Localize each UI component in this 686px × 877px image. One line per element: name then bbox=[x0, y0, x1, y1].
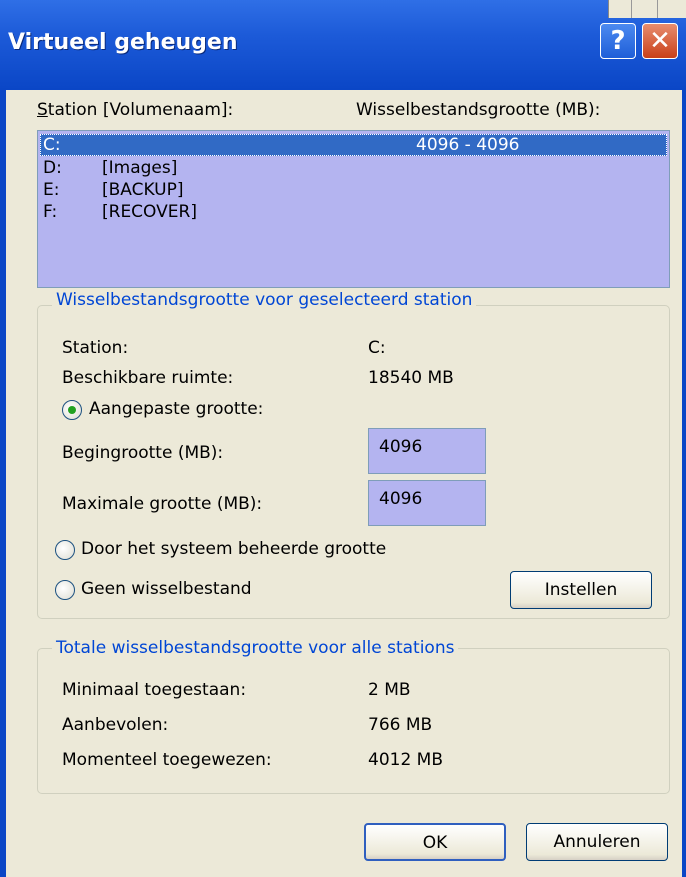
drive-row-e[interactable]: E: [BACKUP] bbox=[40, 179, 667, 201]
drive-volume: [Images] bbox=[102, 158, 178, 178]
selected-drive-group-title: Wisselbestandsgrootte voor geselecteerd … bbox=[52, 290, 477, 310]
minimum-allowed-label: Minimaal toegestaan: bbox=[62, 680, 247, 700]
drive-row-d[interactable]: D: [Images] bbox=[40, 157, 667, 179]
system-managed-label[interactable]: Door het systeem beheerde grootte bbox=[81, 539, 386, 559]
total-pagefile-group-title: Totale wisselbestandsgrootte voor alle s… bbox=[52, 638, 459, 658]
ok-button[interactable]: OK bbox=[364, 823, 506, 861]
available-space-label: Beschikbare ruimte: bbox=[62, 368, 234, 388]
help-button[interactable]: ? bbox=[600, 23, 636, 59]
drive-volume: [RECOVER] bbox=[102, 202, 197, 222]
title-bar: Virtueel geheugen ? ✕ bbox=[0, 0, 686, 90]
custom-size-radio[interactable] bbox=[62, 400, 82, 420]
currently-allocated-value: 4012 MB bbox=[368, 750, 443, 770]
drive-list-header-station: Station [Volumenaam]: bbox=[37, 100, 234, 120]
no-pagefile-label[interactable]: Geen wisselbestand bbox=[81, 579, 252, 599]
available-space-value: 18540 MB bbox=[368, 368, 454, 388]
window-title: Virtueel geheugen bbox=[8, 30, 238, 55]
custom-size-label[interactable]: Aangepaste grootte: bbox=[89, 399, 263, 419]
drive-row-f[interactable]: F: [RECOVER] bbox=[40, 201, 667, 223]
drive-pagefile-size: 4096 - 4096 bbox=[416, 135, 520, 155]
drive-letter: F: bbox=[43, 202, 58, 222]
initial-size-label: Begingrootte (MB): bbox=[62, 443, 224, 463]
currently-allocated-label: Momenteel toegewezen: bbox=[62, 750, 272, 770]
close-button[interactable]: ✕ bbox=[642, 23, 678, 59]
background-window-edge bbox=[608, 0, 686, 18]
help-icon: ? bbox=[610, 26, 626, 56]
close-icon: ✕ bbox=[649, 26, 671, 56]
cancel-button[interactable]: Annuleren bbox=[526, 823, 668, 861]
initial-size-input[interactable]: 4096 bbox=[368, 428, 486, 474]
minimum-allowed-value: 2 MB bbox=[368, 680, 411, 700]
drive-list[interactable]: C: 4096 - 4096 D: [Images] E: [BACKUP] F… bbox=[37, 130, 670, 288]
no-pagefile-radio[interactable] bbox=[55, 580, 75, 600]
max-size-label: Maximale grootte (MB): bbox=[62, 494, 263, 514]
max-size-input[interactable]: 4096 bbox=[368, 480, 486, 526]
drive-list-header-size: Wisselbestandsgrootte (MB): bbox=[356, 100, 601, 120]
drive-letter: C: bbox=[43, 135, 61, 155]
recommended-value: 766 MB bbox=[368, 715, 433, 735]
drive-letter: E: bbox=[43, 180, 60, 200]
drive-volume: [BACKUP] bbox=[102, 180, 184, 200]
set-button[interactable]: Instellen bbox=[510, 571, 652, 609]
station-value: C: bbox=[368, 338, 386, 358]
recommended-label: Aanbevolen: bbox=[62, 715, 169, 735]
drive-row-c[interactable]: C: 4096 - 4096 bbox=[40, 134, 667, 156]
system-managed-radio[interactable] bbox=[55, 540, 75, 560]
drive-letter: D: bbox=[43, 158, 62, 178]
station-label: Station: bbox=[62, 338, 129, 358]
